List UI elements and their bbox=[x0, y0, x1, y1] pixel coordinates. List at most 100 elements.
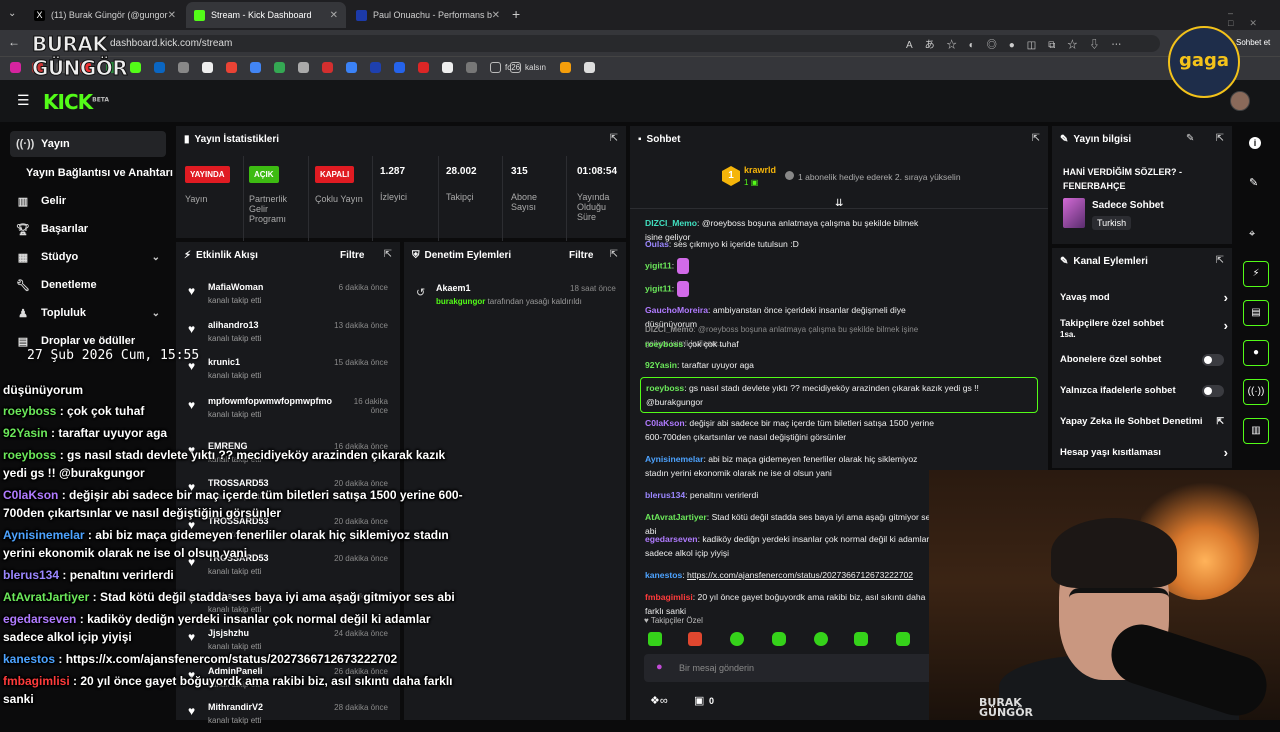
avatar[interactable] bbox=[1230, 91, 1250, 111]
chat-username[interactable]: DIZCI_Memo bbox=[645, 325, 693, 334]
chat-input[interactable]: ● Bir mesaj gönderin bbox=[644, 654, 944, 682]
target-icon[interactable]: ⌖ bbox=[1249, 228, 1255, 241]
bookmark-icon[interactable] bbox=[418, 62, 429, 73]
bookmark-icon[interactable] bbox=[298, 62, 309, 73]
sidebar-item-basarilar[interactable]: 🏆︎ Başarılar bbox=[10, 216, 166, 242]
document-icon[interactable]: ▤ bbox=[1243, 300, 1269, 326]
channel-action-row[interactable]: Takipçilere özel sohbet 1sa. › bbox=[1060, 318, 1230, 340]
chat-username[interactable]: kanestos bbox=[645, 570, 682, 580]
new-tab-icon[interactable]: + bbox=[512, 6, 520, 22]
chat-username[interactable]: roeyboss bbox=[646, 383, 684, 393]
bookmark-icon[interactable] bbox=[394, 62, 405, 73]
stat-yayinda: YAYINDA Yayın bbox=[185, 166, 243, 204]
expand-icon[interactable]: ⇱ bbox=[610, 133, 618, 144]
kick-bookmark-icon[interactable] bbox=[130, 62, 141, 73]
chat-username[interactable]: yigit11 bbox=[645, 260, 672, 270]
expand-icon[interactable]: ⇱ bbox=[610, 249, 618, 260]
emote-picker-icon[interactable]: ❖∞ bbox=[650, 694, 668, 707]
chat-username[interactable]: Oulas bbox=[645, 239, 669, 249]
pinned-user[interactable]: krawrld bbox=[744, 165, 776, 175]
emote-icon[interactable] bbox=[896, 632, 910, 646]
close-tab-icon[interactable]: ✕ bbox=[168, 10, 176, 21]
emote-icon[interactable] bbox=[648, 632, 662, 646]
chat-username[interactable]: 92Yasin bbox=[645, 360, 677, 370]
channel-action-row[interactable]: Hesap yaşı kısıtlaması › bbox=[1060, 445, 1230, 460]
overlay-chat-line: 92Yasin : taraftar uyuyor aga bbox=[3, 424, 463, 442]
chat-username[interactable]: C0laKson bbox=[645, 418, 685, 428]
kick-logo[interactable]: KICKBETA bbox=[43, 90, 109, 114]
event-item[interactable]: ♥ MafiaWoman kanalı takip etti 6 dakika önc… bbox=[186, 282, 398, 312]
chat-username[interactable]: GauchoMoreira bbox=[645, 305, 708, 315]
sidebar-item-stream-key[interactable]: Yayın Bağlantısı ve Anahtarı bbox=[20, 160, 176, 186]
event-item[interactable]: ♥ alihandro13 kanalı takip etti 13 dakika ö… bbox=[186, 320, 398, 350]
browser-tab-active[interactable]: Stream - Kick Dashboard ✕ bbox=[186, 2, 346, 28]
filter-button[interactable]: Filtre bbox=[569, 250, 593, 261]
bookmark-icon[interactable] bbox=[442, 62, 453, 73]
chat-username[interactable]: blerus134 bbox=[645, 490, 685, 500]
docs-icon[interactable] bbox=[250, 62, 261, 73]
emote-icon[interactable] bbox=[772, 632, 786, 646]
channel-action-row[interactable]: Abonelere özel sohbet bbox=[1060, 354, 1230, 366]
broadcast-icon[interactable]: ((·)) bbox=[1243, 379, 1269, 405]
chat-username[interactable]: Aynisinemelar bbox=[645, 454, 703, 464]
toggle-switch[interactable] bbox=[1202, 354, 1224, 366]
chat-bubble-icon[interactable]: ● bbox=[1243, 340, 1269, 366]
layout-icon[interactable]: ▥ bbox=[1243, 418, 1269, 444]
profile-label[interactable]: Sohbet et bbox=[1236, 38, 1270, 47]
bolt-icon[interactable]: ⚡︎ bbox=[1243, 261, 1269, 287]
expand-icon[interactable]: ⇱ bbox=[1032, 133, 1040, 144]
chat-username[interactable]: egedarseven bbox=[645, 534, 698, 544]
toolbar-icons[interactable]: Aあ☆◐◎●◫⧉☆⇩⋯ bbox=[906, 36, 1133, 51]
expand-icon[interactable]: ⇱ bbox=[1216, 133, 1224, 144]
chest-count: 0 bbox=[709, 696, 715, 706]
drive-icon[interactable] bbox=[274, 62, 285, 73]
filter-button[interactable]: Filtre bbox=[340, 250, 364, 261]
sidebar-item-gelir[interactable]: ▥ Gelir bbox=[10, 188, 166, 214]
emote-icon[interactable] bbox=[688, 632, 702, 646]
linkedin-icon[interactable] bbox=[154, 62, 165, 73]
back-icon[interactable]: ← bbox=[8, 35, 20, 49]
bookmark-folder[interactable]: kalsın bbox=[510, 62, 546, 73]
bookmark-icon[interactable] bbox=[202, 62, 213, 73]
sidebar-item-studyo[interactable]: ▦ Stüdyo ⌄ bbox=[10, 244, 166, 270]
chat-username[interactable]: yigit11 bbox=[645, 283, 672, 293]
bookmark-icon[interactable] bbox=[370, 62, 381, 73]
edit-icon[interactable]: ✎ bbox=[1186, 133, 1194, 144]
bookmark-icon[interactable] bbox=[466, 62, 477, 73]
menu-icon[interactable]: ☰ bbox=[17, 92, 30, 109]
emote-icon[interactable] bbox=[854, 632, 868, 646]
browser-tab[interactable]: Paul Onuachu - Performans bilgile ✕ bbox=[348, 2, 508, 28]
emote-icon[interactable] bbox=[730, 632, 744, 646]
chest-icon[interactable]: ▣ bbox=[694, 694, 704, 707]
category-name[interactable]: Sadece Sohbet bbox=[1092, 200, 1164, 211]
expand-icon[interactable]: ⇱ bbox=[1216, 255, 1224, 266]
channel-action-row[interactable]: Yapay Zeka ile Sohbet Denetimi ⇱ bbox=[1060, 416, 1230, 427]
bookmark-icon[interactable] bbox=[322, 62, 333, 73]
microphone-icon[interactable]: ● bbox=[656, 661, 663, 673]
emote-icon[interactable] bbox=[814, 632, 828, 646]
close-tab-icon[interactable]: ✕ bbox=[330, 10, 338, 21]
toggle-switch[interactable] bbox=[1202, 385, 1224, 397]
gmail-icon[interactable] bbox=[226, 62, 237, 73]
chat-username[interactable]: roeyboss bbox=[645, 339, 683, 349]
channel-action-row[interactable]: Yalnızca ifadelerle sohbet bbox=[1060, 385, 1230, 397]
bookmark-icon[interactable] bbox=[584, 62, 595, 73]
window-controls[interactable]: –□✕ bbox=[1228, 8, 1280, 29]
expand-icon[interactable]: ⇱ bbox=[384, 249, 392, 260]
browser-tab[interactable]: X (11) Burak Güngör (@gungorburak ✕ bbox=[26, 2, 184, 28]
tab-list-chevron-icon[interactable]: ⌄ bbox=[8, 8, 16, 19]
instagram-icon[interactable] bbox=[10, 62, 21, 73]
bookmark-icon[interactable] bbox=[560, 62, 571, 73]
sidebar-item-yayin[interactable]: ((·)) Yayın bbox=[10, 131, 166, 157]
info-icon[interactable]: i bbox=[1249, 137, 1261, 149]
sidebar-item-topluluk[interactable]: ♟ Topluluk ⌄ bbox=[10, 300, 166, 326]
pencil-icon[interactable]: ✎ bbox=[1249, 176, 1258, 189]
bookmark-icon[interactable] bbox=[346, 62, 357, 73]
bookmark-icon[interactable] bbox=[178, 62, 189, 73]
chat-username[interactable]: DIZCI_Memo bbox=[645, 218, 697, 228]
close-tab-icon[interactable]: ✕ bbox=[492, 10, 500, 21]
sidebar-item-denetleme[interactable]: 🔧︎ Denetleme bbox=[10, 272, 166, 298]
channel-action-row[interactable]: Yavaş mod › bbox=[1060, 290, 1230, 305]
chat-username[interactable]: AtAvratJartiyer bbox=[645, 512, 707, 522]
chat-username[interactable]: fmbagimlisi bbox=[645, 592, 693, 602]
